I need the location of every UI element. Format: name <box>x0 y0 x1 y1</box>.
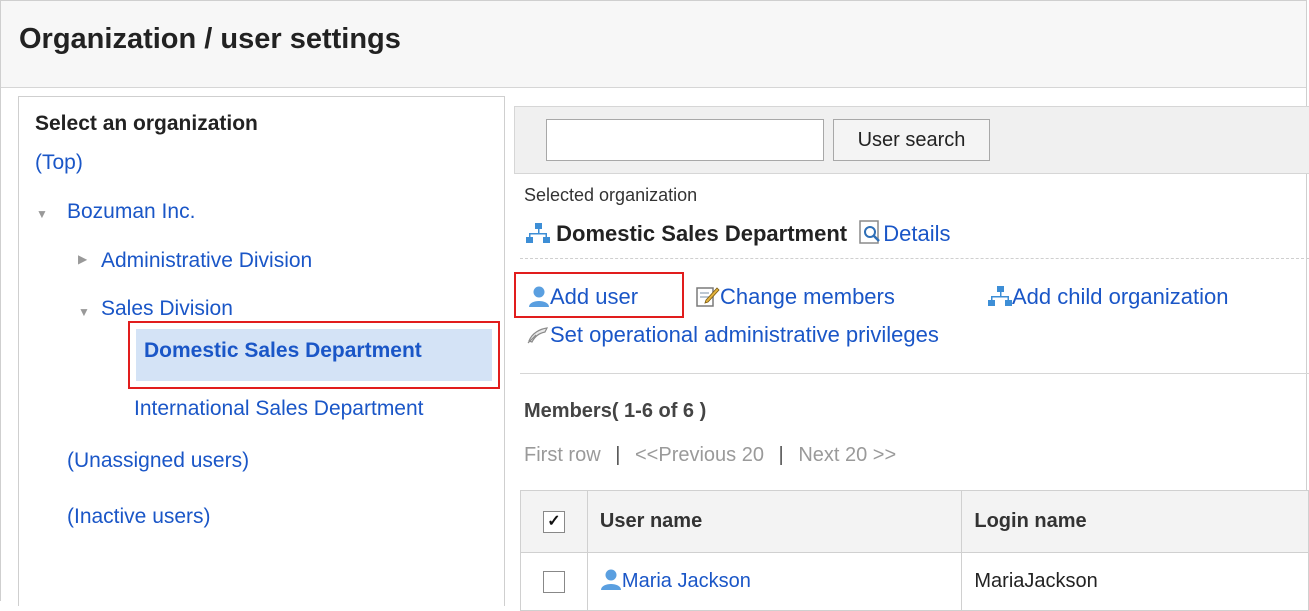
pager-next: Next 20 >> <box>798 444 897 466</box>
change-members-link[interactable]: Change members <box>720 284 895 309</box>
pane-divider <box>504 96 505 606</box>
user-icon <box>600 568 622 596</box>
triangle-down-icon[interactable]: ▼ <box>78 305 90 319</box>
select-all-header[interactable]: ✓ <box>520 490 588 553</box>
org-icon <box>526 222 550 250</box>
pager-separator: | <box>615 444 621 466</box>
tree-item-domestic-sales-selected[interactable]: Domestic Sales Department <box>128 321 500 389</box>
pager: First row | <<Previous 20 | Next 20 >> <box>524 444 896 467</box>
selected-organization-name: Domestic Sales Department <box>556 221 848 246</box>
triangle-right-icon[interactable]: ▶ <box>78 252 87 266</box>
tree-item-domestic-sales-label[interactable]: Domestic Sales Department <box>144 339 422 363</box>
title-bar: Organization / user settings <box>1 1 1306 88</box>
user-search-button[interactable]: User search <box>833 119 990 161</box>
select-organization-heading: Select an organization <box>35 112 258 135</box>
user-search-input[interactable] <box>546 119 824 161</box>
row-checkbox[interactable] <box>542 570 565 593</box>
dashed-separator <box>520 258 1309 259</box>
user-name-cell: Maria Jackson <box>586 552 963 611</box>
privileges-icon <box>526 323 550 351</box>
edit-icon <box>696 285 720 313</box>
triangle-down-icon[interactable]: ▼ <box>36 207 48 221</box>
members-table: ✓ User name Login name Maria Jackson Mar… <box>520 490 1309 611</box>
column-login-name: Login name <box>961 490 1309 553</box>
tree-item-international-sales[interactable]: International Sales Department <box>134 397 424 421</box>
tree-top-link[interactable]: (Top) <box>35 151 83 175</box>
user-icon <box>528 285 550 313</box>
selected-highlight: Domestic Sales Department <box>136 329 492 381</box>
page-title: Organization / user settings <box>19 23 401 55</box>
add-user-link[interactable]: Add user <box>550 284 638 309</box>
set-privileges-link[interactable]: Set operational administrative privilege… <box>550 322 939 347</box>
tree-unassigned-users[interactable]: (Unassigned users) <box>67 449 249 473</box>
row-select-cell[interactable] <box>520 552 588 611</box>
table-header-row: ✓ User name Login name <box>520 490 1309 553</box>
login-name-cell: MariaJackson <box>961 552 1309 611</box>
pager-previous: <<Previous 20 <box>635 444 764 466</box>
pager-separator: | <box>778 444 784 466</box>
tree-item-sales-division[interactable]: Sales Division <box>101 297 233 321</box>
details-icon[interactable] <box>859 220 883 250</box>
tree-item-bozuman[interactable]: Bozuman Inc. <box>67 200 195 224</box>
selected-organization-row: Domestic Sales Department Details <box>526 220 951 250</box>
add-child-organization-action[interactable]: Add child organization <box>988 284 1228 313</box>
pager-first-row: First row <box>524 444 601 466</box>
tree-inactive-users[interactable]: (Inactive users) <box>67 505 211 529</box>
org-icon <box>988 285 1012 313</box>
user-name-link[interactable]: Maria Jackson <box>622 570 751 592</box>
set-privileges-action[interactable]: Set operational administrative privilege… <box>526 322 939 351</box>
section-separator <box>520 373 1309 374</box>
table-row: Maria Jackson MariaJackson <box>520 552 1309 611</box>
selected-organization-label: Selected organization <box>524 185 698 205</box>
change-members-action[interactable]: Change members <box>696 284 895 313</box>
add-user-action[interactable]: Add user <box>528 284 638 313</box>
column-user-name: User name <box>586 490 963 553</box>
add-child-organization-link[interactable]: Add child organization <box>1012 284 1228 309</box>
members-heading: Members( 1-6 of 6 ) <box>524 400 707 422</box>
select-all-checkbox[interactable]: ✓ <box>542 510 565 533</box>
tree-item-administrative-division[interactable]: Administrative Division <box>101 249 312 273</box>
details-link[interactable]: Details <box>883 221 950 246</box>
